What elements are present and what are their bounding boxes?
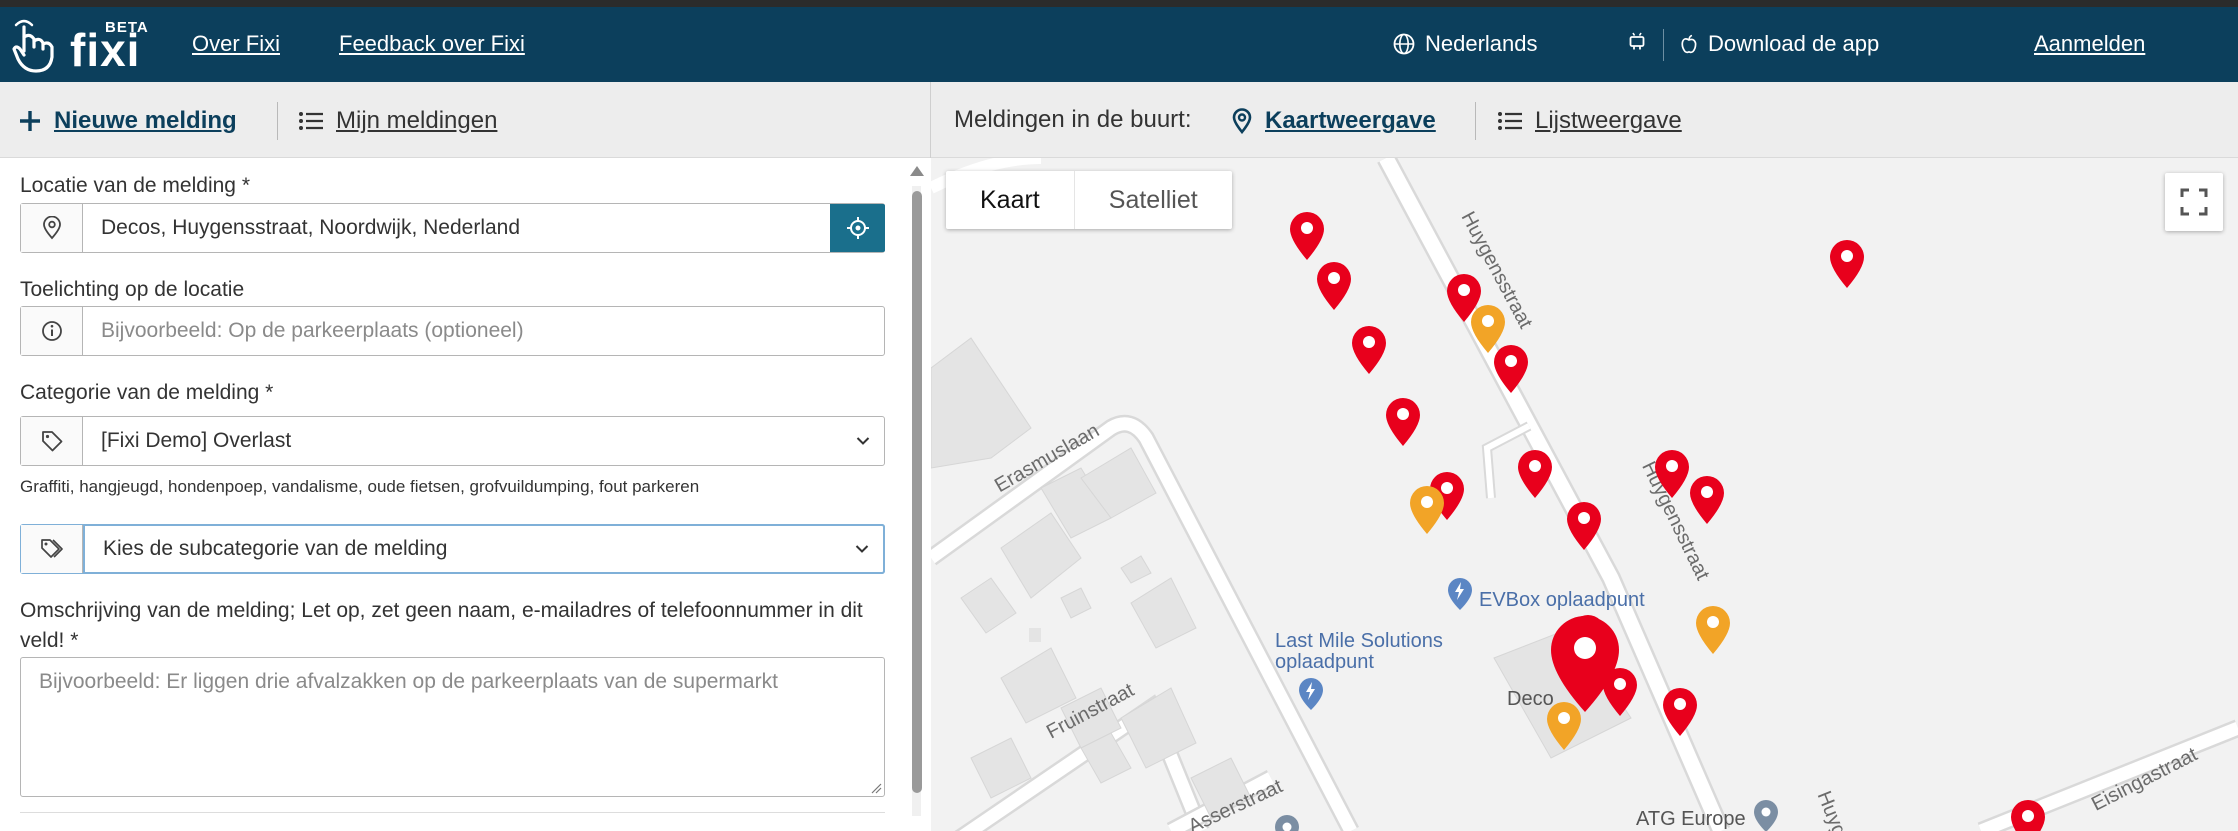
report-form: Locatie van de melding * Decos, Huygenss… bbox=[0, 158, 930, 831]
list-view-label: Lijstweergave bbox=[1535, 107, 1682, 134]
report-pin-red[interactable] bbox=[1383, 396, 1423, 448]
scrollbar-thumb[interactable] bbox=[912, 191, 922, 793]
my-reports-tab[interactable]: Mijn meldingen bbox=[298, 104, 497, 138]
report-pin-orange[interactable] bbox=[1693, 604, 1733, 656]
fullscreen-icon bbox=[2180, 188, 2208, 216]
category-label: Categorie van de melding * bbox=[20, 381, 274, 404]
map-pin-icon bbox=[1232, 108, 1252, 134]
nav-separator bbox=[277, 102, 278, 140]
report-pin-orange[interactable] bbox=[1468, 303, 1508, 355]
category-value-wrap[interactable]: [Fixi Demo] Overlast bbox=[83, 417, 884, 465]
report-pin-red[interactable] bbox=[1660, 686, 1700, 738]
hand-pointer-icon bbox=[12, 19, 54, 73]
beta-badge: BETA bbox=[105, 19, 149, 36]
location-field[interactable]: Decos, Huygensstraat, Noordwijk, Nederla… bbox=[20, 203, 885, 253]
location-addon bbox=[21, 204, 83, 252]
location-label: Locatie van de melding * bbox=[20, 174, 250, 197]
place-marker-icon[interactable] bbox=[1271, 813, 1303, 831]
android-icon bbox=[1629, 32, 1645, 50]
category-select[interactable]: [Fixi Demo] Overlast bbox=[20, 416, 885, 466]
new-report-tab[interactable]: Nieuwe melding bbox=[18, 104, 237, 138]
feedback-link[interactable]: Feedback over Fixi bbox=[339, 31, 525, 57]
subcategory-value-wrap[interactable]: Kies de subcategorie van de melding bbox=[83, 524, 885, 574]
login-link[interactable]: Aanmelden bbox=[2034, 31, 2145, 57]
form-divider bbox=[20, 812, 885, 813]
category-addon bbox=[21, 417, 83, 465]
charging-station-icon[interactable] bbox=[1444, 576, 1476, 612]
info-icon bbox=[41, 321, 62, 341]
poi-last-mile-2[interactable]: oplaadpunt bbox=[1275, 651, 1374, 673]
description-label: Omschrijving van de melding; Let op, zet… bbox=[20, 599, 863, 652]
tag-icon bbox=[41, 431, 62, 452]
about-link[interactable]: Over Fixi bbox=[192, 31, 280, 57]
new-report-label: Nieuwe melding bbox=[54, 107, 237, 134]
report-pin-red[interactable] bbox=[1827, 238, 1867, 290]
category-value: [Fixi Demo] Overlast bbox=[101, 429, 292, 452]
nearby-reports-label: Meldingen in de buurt: bbox=[954, 106, 1192, 133]
place-marker-icon[interactable] bbox=[1750, 798, 1782, 831]
report-pin-red[interactable] bbox=[1564, 500, 1604, 552]
download-app-link[interactable]: Download de app bbox=[1680, 31, 1879, 57]
chevron-down-icon bbox=[855, 545, 869, 553]
report-pin-red[interactable] bbox=[1687, 474, 1727, 526]
report-pin-red[interactable] bbox=[1287, 210, 1327, 262]
crosshair-icon bbox=[846, 217, 869, 239]
my-reports-label: Mijn meldingen bbox=[336, 107, 498, 134]
browser-strip bbox=[0, 0, 2238, 7]
subcategory-addon bbox=[21, 525, 83, 573]
poi-evbox[interactable]: EVBox oplaadpunt bbox=[1479, 589, 1645, 611]
sub-navigation: Nieuwe melding Mijn meldingen Meldingen … bbox=[0, 82, 2238, 158]
list-icon-2 bbox=[1498, 112, 1522, 130]
list-view-tab[interactable]: Lijstweergave bbox=[1497, 104, 1682, 138]
language-selector[interactable]: Nederlands bbox=[1393, 31, 1538, 57]
location-note-label: Toelichting op de locatie bbox=[20, 278, 245, 301]
fullscreen-button[interactable] bbox=[2165, 173, 2223, 231]
current-location-button[interactable] bbox=[830, 204, 885, 252]
android-app-button[interactable] bbox=[1628, 31, 1646, 51]
globe-icon bbox=[1393, 33, 1415, 55]
map-view-tab[interactable]: Kaartweergave bbox=[1231, 104, 1436, 138]
report-pin-red[interactable] bbox=[1515, 448, 1555, 500]
selected-location-pin[interactable] bbox=[1547, 614, 1623, 714]
map-view[interactable]: Kaart Satelliet Huygensstraat Erasmuslaa… bbox=[931, 158, 2238, 831]
description-textarea[interactable]: Bijvoorbeeld: Er liggen drie afvalzakken… bbox=[20, 657, 885, 797]
location-note-field[interactable]: Bijvoorbeeld: Op de parkeerplaats (optio… bbox=[20, 306, 885, 356]
subcategory-select[interactable]: Kies de subcategorie van de melding bbox=[20, 524, 885, 574]
report-pin-red[interactable] bbox=[1652, 448, 1692, 500]
chevron-down-icon bbox=[856, 437, 870, 445]
report-pin-red[interactable] bbox=[2008, 798, 2048, 831]
app-separator bbox=[1663, 29, 1664, 61]
download-app-label: Download de app bbox=[1708, 31, 1880, 56]
map-type-control: Kaart Satelliet bbox=[946, 171, 1232, 229]
report-pin-orange[interactable] bbox=[1407, 484, 1447, 536]
apple-icon bbox=[1681, 34, 1697, 54]
form-scrollbar[interactable] bbox=[907, 166, 925, 826]
scroll-up-arrow-icon[interactable] bbox=[910, 166, 924, 176]
report-pin-red[interactable] bbox=[1314, 260, 1354, 312]
poi-atg[interactable]: ATG Europe bbox=[1636, 808, 1746, 830]
resize-handle-icon[interactable] bbox=[870, 782, 882, 794]
category-hint: Graffiti, hangjeugd, hondenpoep, vandali… bbox=[20, 477, 700, 496]
map-pin-icon bbox=[42, 216, 61, 240]
language-label: Nederlands bbox=[1425, 31, 1538, 56]
tags-icon bbox=[40, 539, 63, 558]
map-type-kaart[interactable]: Kaart bbox=[946, 171, 1075, 229]
list-icon bbox=[299, 112, 323, 130]
nav-separator-2 bbox=[1475, 102, 1476, 140]
location-note-input[interactable]: Bijvoorbeeld: Op de parkeerplaats (optio… bbox=[83, 307, 884, 355]
charging-station-icon[interactable] bbox=[1295, 676, 1327, 712]
poi-last-mile[interactable]: Last Mile Solutions bbox=[1275, 630, 1443, 652]
map-canvas[interactable] bbox=[931, 158, 2238, 831]
report-pin-red[interactable] bbox=[1349, 324, 1389, 376]
location-note-addon bbox=[21, 307, 83, 355]
top-navigation-bar: fixi BETA Over Fixi Feedback over Fixi N… bbox=[0, 7, 2238, 82]
plus-icon bbox=[20, 111, 40, 131]
map-type-satellite[interactable]: Satelliet bbox=[1075, 171, 1232, 229]
subcategory-placeholder: Kies de subcategorie van de melding bbox=[103, 537, 448, 560]
location-input[interactable]: Decos, Huygensstraat, Noordwijk, Nederla… bbox=[83, 204, 830, 252]
map-view-label: Kaartweergave bbox=[1265, 107, 1436, 134]
fixi-logo[interactable]: fixi BETA bbox=[10, 17, 148, 75]
pane-divider bbox=[930, 82, 931, 158]
